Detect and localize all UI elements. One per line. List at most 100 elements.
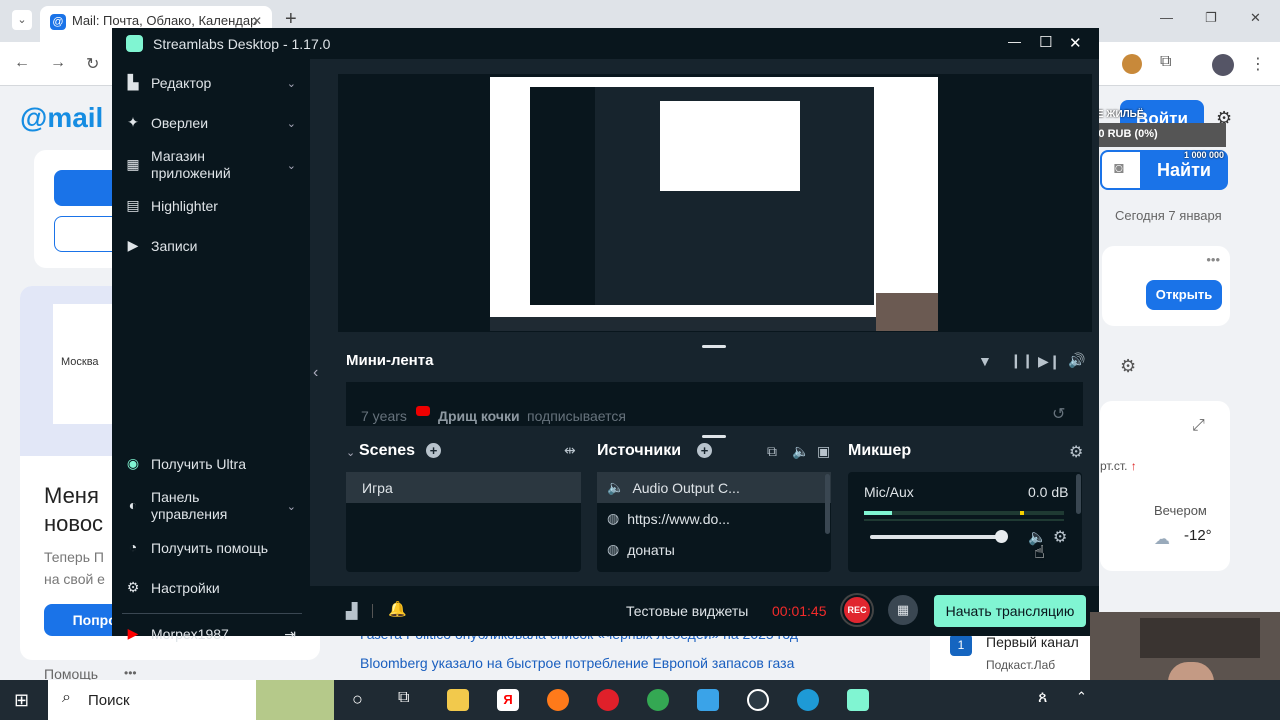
volume-slider-handle[interactable] (995, 530, 1008, 543)
sidebar-item-recordings[interactable]: ▶ Записи (124, 236, 304, 256)
widget-settings-gear-icon[interactable]: ⚙ (1120, 356, 1136, 377)
mixer-scrollbar[interactable] (1076, 474, 1081, 514)
browser-restore-button[interactable]: ❐ (1205, 10, 1217, 26)
sidebar-item-settings[interactable]: ⚙ Настройки (124, 578, 304, 598)
sources-panel: Источники + ⧉ 🔈 ▣ 🔈 Audio Output C... ◍ ht… (597, 442, 833, 574)
extension-bear-icon[interactable] (1122, 54, 1142, 74)
browser-minimize-button[interactable]: — (1160, 10, 1173, 25)
camera-icon[interactable]: ◙ (1114, 160, 1124, 178)
editor-icon: ▙ (127, 74, 139, 90)
evening-temp: -12° (1184, 527, 1212, 544)
rec-button[interactable]: REC (842, 595, 872, 625)
speaker-icon: 🔈 (607, 479, 625, 495)
logout-icon[interactable]: ⇥ (284, 626, 296, 643)
store-icon[interactable] (697, 689, 719, 711)
event-user: Дрищ кочки (438, 408, 520, 424)
channel-logo-icon: 1 (950, 634, 972, 656)
chrome-icon[interactable] (647, 689, 669, 711)
sidebar-collapse-chevron-icon[interactable]: ‹ (313, 364, 318, 382)
streamlabs-taskbar-icon[interactable] (847, 689, 869, 711)
channel-name[interactable]: Первый канал (986, 634, 1079, 650)
tab-list-chevron-icon[interactable]: ⌄ (12, 10, 32, 30)
mixer-channel: Mic/Aux 0.0 dB 🔈 ⚙ (848, 472, 1082, 572)
sl-close-button[interactable]: ✕ (1069, 34, 1082, 52)
chevron-down-icon[interactable]: ⌄ (287, 500, 296, 513)
sl-minimize-button[interactable]: — (1008, 34, 1021, 49)
source-audio-icon[interactable]: 🔈 (792, 443, 809, 460)
sidebar-item-editor[interactable]: ▙ Редактор ⌄ (124, 73, 304, 93)
scene-item[interactable]: Игра (346, 472, 581, 503)
minifeed-header: Мини-лента ▼ ❙❙ ▶❙ 🔊 (346, 352, 1086, 374)
studio-mode-icon[interactable]: ⧉ (767, 443, 777, 460)
footer-divider (372, 604, 373, 618)
sidebar-item-highlighter[interactable]: ▤ Highlighter (124, 196, 304, 216)
volume-slider[interactable] (870, 530, 1008, 543)
news-item-2[interactable]: Bloomberg указало на быстрое потребление… (360, 655, 794, 671)
stream-preview[interactable] (338, 74, 1092, 332)
edge-icon[interactable] (797, 689, 819, 711)
mute-alerts-icon[interactable]: 🔊 (1068, 352, 1085, 369)
profile-avatar[interactable] (1212, 54, 1234, 76)
forward-arrow-icon[interactable]: → (50, 54, 66, 72)
taskbar-search[interactable]: ⌕ Поиск (48, 680, 334, 720)
chevron-down-icon[interactable]: ⌄ (287, 117, 296, 130)
windows-start-icon[interactable]: ⊞ (14, 690, 29, 711)
notifications-bell-icon[interactable]: 🔔 (388, 600, 407, 618)
scenes-collapse-icon[interactable]: ⌄ (346, 446, 355, 459)
event-action: подписывается (527, 408, 626, 424)
scene-transitions-icon[interactable]: ⇹ (564, 442, 576, 459)
weather-more-icon[interactable]: ••• (1206, 252, 1220, 267)
sidebar-item-help[interactable]: ◔ Получить помощь (124, 538, 304, 558)
taskbar-system-tray-icon[interactable]: ጰ (1038, 689, 1048, 707)
source-item[interactable]: ◍ https://www.do... (597, 503, 831, 534)
task-view-icon[interactable]: ⧉ (398, 689, 409, 707)
sidebar-item-ultra[interactable]: ◉ Получить Ultra (124, 454, 304, 474)
file-explorer-icon[interactable] (447, 689, 469, 711)
schedule-stream-button[interactable]: ▦ (888, 595, 918, 625)
more-link[interactable]: ••• (124, 666, 137, 680)
pause-icon[interactable]: ❙❙ (1010, 352, 1033, 369)
channel-settings-gear-icon[interactable]: ⚙ (1053, 527, 1067, 547)
settings-app-icon[interactable] (747, 689, 769, 711)
performance-stats-icon[interactable]: ▟ (346, 602, 358, 620)
dock-resize-handle[interactable] (702, 435, 726, 438)
test-widgets-button[interactable]: Тестовые виджеты (626, 603, 748, 619)
mail-logo[interactable]: @mail (20, 102, 103, 134)
yandex-icon[interactable]: Я (497, 689, 519, 711)
browser-menu-icon[interactable]: ⋮ (1250, 54, 1266, 74)
add-scene-icon[interactable]: + (426, 443, 441, 458)
repeat-alert-icon[interactable]: ↺ (1052, 404, 1065, 424)
sidebar-item-dashboard[interactable]: ◐ Панель управления ⌄ (124, 488, 304, 524)
add-source-icon[interactable]: + (697, 443, 712, 458)
streamlabs-title: Streamlabs Desktop - 1.17.0 (153, 36, 331, 52)
chevron-down-icon[interactable]: ⌄ (287, 159, 296, 172)
reload-icon[interactable]: ↻ (86, 54, 99, 74)
sl-maximize-button[interactable]: ☐ (1039, 33, 1052, 51)
source-item[interactable]: 🔈 Audio Output C... (597, 472, 831, 503)
back-arrow-icon[interactable]: ← (14, 54, 30, 72)
sources-scrollbar[interactable] (825, 474, 830, 534)
go-live-button[interactable]: Начать трансляцию (934, 595, 1086, 627)
firefox-icon[interactable] (547, 689, 569, 711)
taskbar-search-placeholder: Поиск (88, 692, 130, 709)
opera-icon[interactable] (597, 689, 619, 711)
sidebar-item-app-store[interactable]: ▦ Магазин приложений ⌄ (124, 147, 304, 183)
browser-close-button[interactable]: ✕ (1250, 10, 1261, 26)
open-button[interactable]: Открыть (1146, 280, 1222, 310)
cortana-icon[interactable]: ○ (352, 689, 363, 710)
sidebar-item-overlays[interactable]: ✦ Оверлеи ⌄ (124, 113, 304, 133)
mixer-settings-gear-icon[interactable]: ⚙ (1069, 442, 1083, 462)
filter-icon[interactable]: ▼ (978, 353, 992, 369)
preview-taskbar (490, 317, 938, 331)
preview-resize-handle[interactable] (702, 345, 726, 348)
chevron-down-icon[interactable]: ⌄ (287, 77, 296, 90)
extensions-puzzle-icon[interactable]: ⧉ (1160, 53, 1171, 71)
sidebar-user[interactable]: ▶ Morpex1987 ⇥ (124, 624, 304, 644)
add-folder-icon[interactable]: ▣ (817, 443, 830, 460)
ultra-icon: ◉ (126, 455, 140, 471)
skip-icon[interactable]: ▶❙ (1038, 353, 1061, 370)
tray-chevron-icon[interactable]: ⌃ (1076, 689, 1087, 705)
tab-title: Mail: Почта, Облако, Календар (72, 13, 258, 28)
expand-icon[interactable]: ⤢ (1192, 417, 1205, 435)
source-item[interactable]: ◍ донаты (597, 534, 831, 565)
